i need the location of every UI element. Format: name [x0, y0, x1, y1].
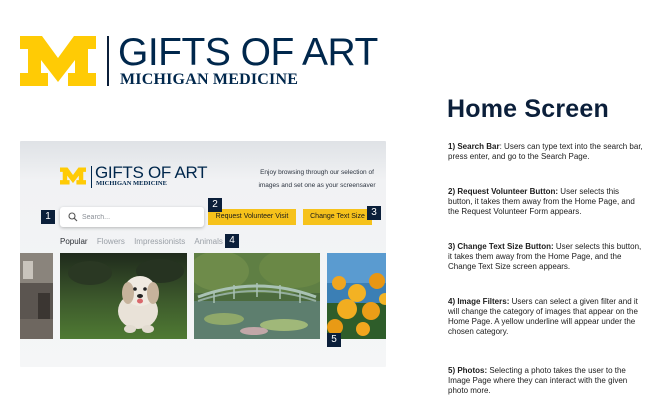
desc-image-filters: 4) Image Filters: Users can select a giv… [448, 297, 644, 337]
logo-title: GIFTS OF ART [118, 31, 378, 74]
callout-badge-3: 3 [367, 206, 381, 220]
interior-photo[interactable] [20, 253, 53, 339]
callout-badge-5: 5 [327, 333, 341, 347]
dog-photo[interactable] [60, 253, 187, 339]
callout-badge-1: 1 [41, 210, 55, 224]
desc-label: 5) Photos: [448, 366, 488, 375]
logo-subtitle: MICHIGAN MEDICINE [120, 71, 299, 88]
filter-popular[interactable]: Popular [60, 237, 88, 246]
search-icon [68, 212, 78, 222]
mockup-logo-subtitle: MICHIGAN MEDICINE [96, 180, 167, 187]
section-heading: Home Screen [447, 95, 609, 123]
search-bar[interactable] [60, 207, 204, 227]
change-text-size-button[interactable]: Change Text Size [303, 209, 372, 225]
desc-photos: 5) Photos: Selecting a photo takes the u… [448, 366, 644, 396]
desc-label: 2) Request Volunteer Button: [448, 187, 559, 196]
desc-label: 1) Search Bar [448, 142, 500, 151]
mockup-blurb: Enjoy browsing through our selection of … [258, 169, 376, 189]
logo-divider [107, 36, 109, 86]
filter-animals[interactable]: Animals [194, 237, 222, 246]
home-screen-mockup: GIFTS OF ART MICHIGAN MEDICINE Enjoy bro… [20, 141, 386, 367]
callout-badge-2: 2 [208, 198, 222, 212]
filter-impressionists[interactable]: Impressionists [134, 237, 185, 246]
flowers-photo[interactable] [327, 253, 386, 339]
bridge-painting[interactable] [194, 253, 320, 339]
image-filters: Popular Flowers Impressionists Animals [60, 237, 230, 246]
desc-text-size-button: 3) Change Text Size Button: User selects… [448, 242, 644, 272]
block-m-logo-icon [20, 36, 96, 86]
desc-search-bar: 1) Search Bar: Users can type text into … [448, 142, 644, 162]
desc-volunteer-button: 2) Request Volunteer Button: User select… [448, 187, 644, 217]
logo-divider [91, 166, 92, 188]
desc-label: 4) Image Filters: [448, 297, 510, 306]
callout-badge-4: 4 [225, 234, 239, 248]
desc-label: 3) Change Text Size Button: [448, 242, 554, 251]
filter-flowers[interactable]: Flowers [97, 237, 125, 246]
search-input[interactable] [82, 210, 198, 224]
block-m-logo-icon [60, 167, 86, 185]
